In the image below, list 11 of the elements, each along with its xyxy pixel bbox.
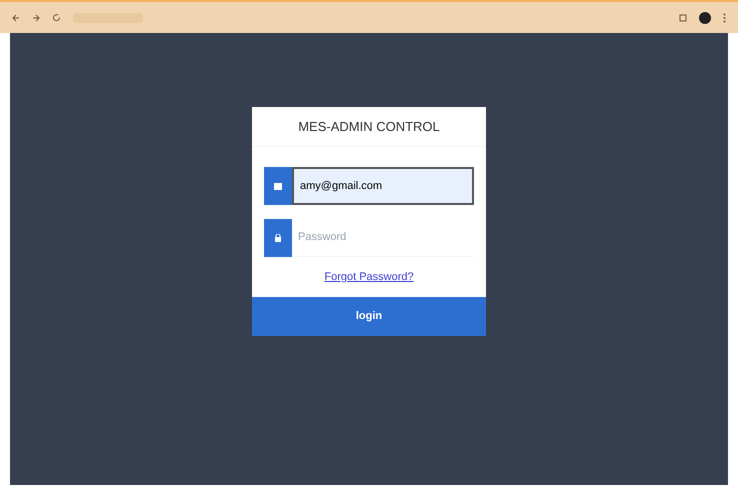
email-field[interactable]: amy@gmail.com (292, 167, 474, 205)
login-title: MES-ADMIN CONTROL (298, 118, 440, 136)
menu-icon[interactable] (723, 12, 726, 22)
login-button[interactable]: login (252, 297, 486, 336)
password-field[interactable]: Password (292, 219, 474, 257)
reload-icon[interactable] (52, 13, 61, 22)
forgot-password-link[interactable]: Forgot Password? (324, 268, 414, 286)
profile-avatar-icon[interactable] (699, 12, 711, 24)
back-icon[interactable] (12, 14, 20, 22)
lock-icon (275, 234, 281, 242)
forward-icon[interactable] (32, 14, 40, 22)
